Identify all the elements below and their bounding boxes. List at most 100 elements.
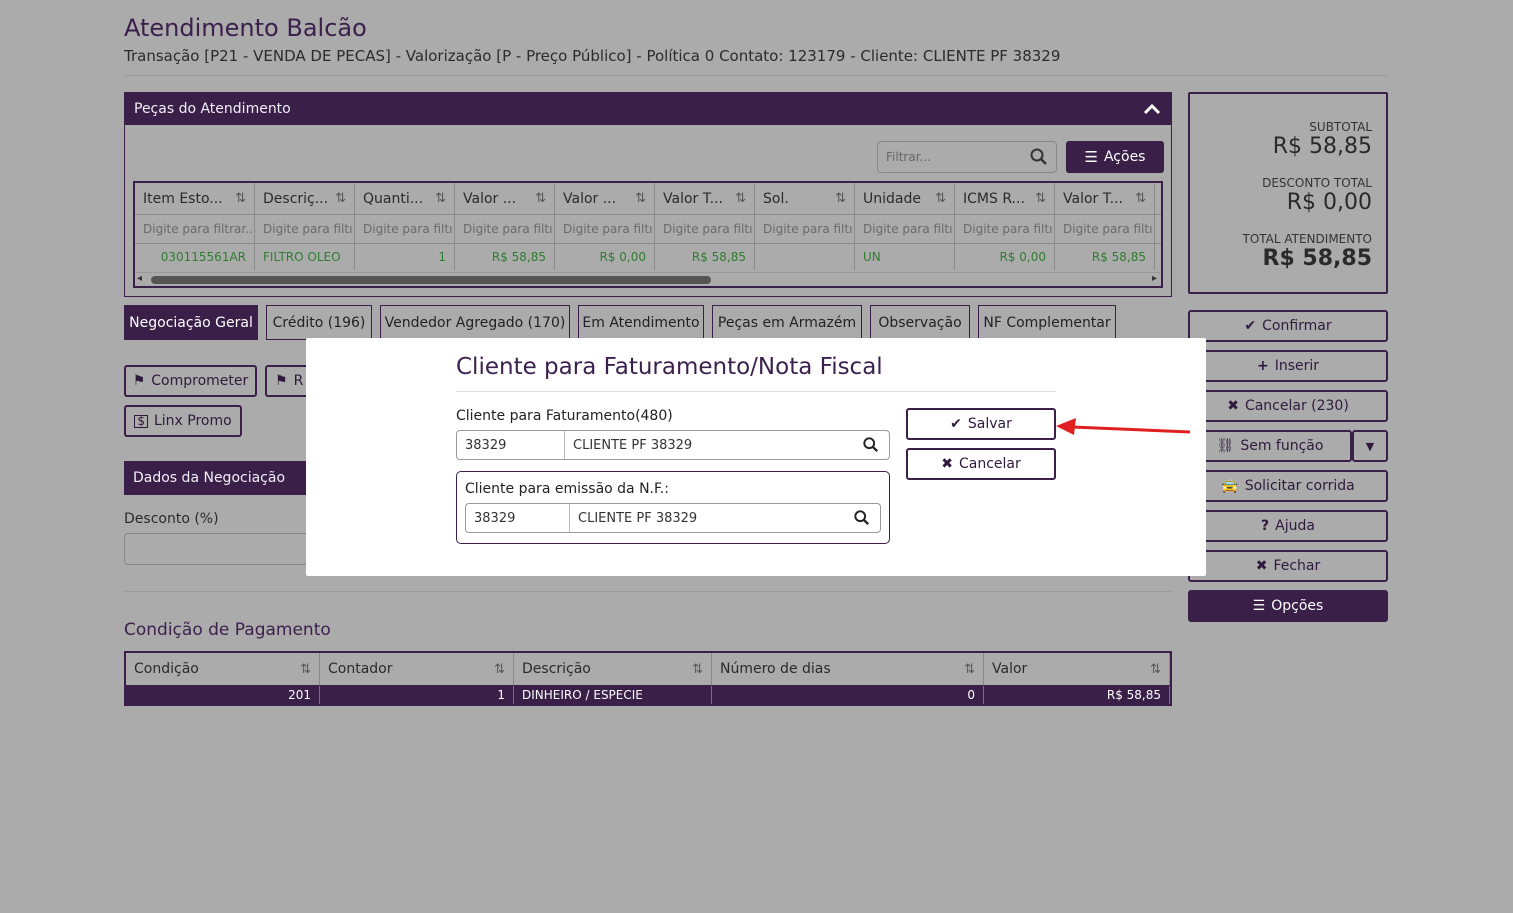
- caret-down-icon: ▼: [1365, 439, 1375, 453]
- plus-icon: +: [1256, 358, 1269, 374]
- sort-icon[interactable]: ⇅: [535, 191, 546, 206]
- sem-funcao-button[interactable]: ⛓ Sem função: [1188, 430, 1352, 462]
- pagamento-column-header[interactable]: Descrição ⇅: [514, 653, 712, 685]
- inserir-button[interactable]: + Inserir: [1188, 350, 1388, 382]
- sort-icon[interactable]: ⇅: [435, 191, 446, 206]
- pecas-column-header[interactable]: Valor T... ⇅: [1055, 183, 1155, 214]
- opcoes-button[interactable]: ☰ Opções: [1188, 590, 1388, 622]
- cliente-modal: Cliente para Faturamento/Nota Fiscal Cli…: [306, 338, 1206, 576]
- pecas-filter-input[interactable]: Filtrar...: [877, 141, 1057, 173]
- sort-icon[interactable]: ⇅: [964, 662, 975, 677]
- pecas-column-header[interactable]: ICMS R... ⇅: [955, 183, 1055, 214]
- sort-icon[interactable]: ⇅: [1035, 191, 1046, 206]
- column-filter-input[interactable]: Digite para filtı: [755, 215, 855, 243]
- sort-icon[interactable]: ⇅: [1150, 662, 1161, 677]
- horizontal-scrollbar[interactable]: ◂ ▸: [135, 272, 1161, 286]
- cancelar-modal-button[interactable]: ✖ Cancelar: [906, 448, 1056, 480]
- column-filter-input[interactable]: Digite para filtı: [555, 215, 655, 243]
- faturamento-name[interactable]: CLIENTE PF 38329: [565, 431, 853, 459]
- pecas-panel-title: Peças do Atendimento: [134, 101, 291, 117]
- pagamento-grid: Condição ⇅ Contador ⇅ Descrição ⇅ Número de di…: [124, 651, 1172, 706]
- pecas-column-header[interactable]: Sol. ⇅: [755, 183, 855, 214]
- emissao-name[interactable]: CLIENTE PF 38329: [570, 504, 844, 532]
- ajuda-button[interactable]: ? Ajuda: [1188, 510, 1388, 542]
- broken-link-icon: ⛓: [1216, 438, 1235, 454]
- emissao-field[interactable]: 38329 CLIENTE PF 38329: [465, 503, 881, 533]
- money-icon: $: [134, 414, 148, 428]
- pecas-column-header[interactable]: Quanti... ⇅: [355, 183, 455, 214]
- sort-icon[interactable]: ⇅: [835, 191, 846, 206]
- scrollbar-thumb[interactable]: [151, 276, 711, 284]
- table-row[interactable]: 201 1 DINHEIRO / ESPECIE 0 R$ 58,85: [126, 686, 1170, 704]
- pecas-panel: Peças do Atendimento Filtrar... ☰ Ações …: [124, 92, 1172, 297]
- pagamento-column-header[interactable]: Contador ⇅: [320, 653, 514, 685]
- confirmar-button[interactable]: ✔ Confirmar: [1188, 310, 1388, 342]
- dados-negociacao-header[interactable]: Dados da Negociação: [124, 461, 314, 495]
- solicitar-corrida-button[interactable]: 🚖 Solicitar corrida: [1188, 470, 1388, 502]
- tab-4[interactable]: Peças em Armazém: [712, 305, 862, 340]
- subtotal-label: SUBTOTAL: [1309, 120, 1372, 134]
- sem-funcao-dropdown[interactable]: ▼: [1352, 430, 1388, 462]
- search-icon[interactable]: [853, 431, 889, 459]
- acoes-button[interactable]: ☰ Ações: [1066, 141, 1164, 173]
- pecas-column-header[interactable]: Descriç... ⇅: [255, 183, 355, 214]
- pagamento-column-header[interactable]: Número de dias ⇅: [712, 653, 984, 685]
- page-title: Atendimento Balcão: [124, 14, 367, 42]
- column-filter-input[interactable]: Digite para filtı: [655, 215, 755, 243]
- pecas-column-header[interactable]: Valor T... ⇅: [655, 183, 755, 214]
- faturamento-field[interactable]: 38329 CLIENTE PF 38329: [456, 430, 890, 460]
- sort-icon[interactable]: ⇅: [1135, 191, 1146, 206]
- sort-icon[interactable]: ⇅: [494, 662, 505, 677]
- sort-icon[interactable]: ⇅: [635, 191, 646, 206]
- linx-promo-label: Linx Promo: [153, 413, 232, 429]
- sort-icon[interactable]: ⇅: [300, 662, 311, 677]
- pagamento-column-header[interactable]: Valor ⇅: [984, 653, 1170, 685]
- comprometer-button[interactable]: ⚑ Comprometer: [124, 365, 257, 397]
- column-filter-input[interactable]: Digite para filtı: [355, 215, 455, 243]
- linx-promo-button[interactable]: $ Linx Promo: [124, 405, 242, 437]
- chevron-up-icon[interactable]: [1143, 103, 1161, 115]
- column-filter-input[interactable]: Digite para filtı: [255, 215, 355, 243]
- tab-2[interactable]: Vendedor Agregado (170): [380, 305, 570, 340]
- column-filter-input[interactable]: Digite para filtı: [855, 215, 955, 243]
- pecas-column-header[interactable]: Unidade ⇅: [855, 183, 955, 214]
- faturamento-label: Cliente para Faturamento(480): [456, 408, 673, 424]
- column-filter-input[interactable]: Digite para filtı: [455, 215, 555, 243]
- flag-icon: ⚑: [275, 373, 288, 389]
- table-row[interactable]: 030115561AR FILTRO OLEO 1 R$ 58,85 R$ 0,00 R$…: [135, 244, 1161, 270]
- close-icon: ✖: [1255, 558, 1268, 574]
- pagamento-column-header[interactable]: Condição ⇅: [126, 653, 320, 685]
- column-title: ICMS R...: [963, 190, 1025, 207]
- pecas-column-header[interactable]: Item Esto... ⇅: [135, 183, 255, 214]
- tab-3[interactable]: Em Atendimento: [578, 305, 704, 340]
- faturamento-code[interactable]: 38329: [457, 431, 565, 459]
- emissao-label: Cliente para emissão da N.F.:: [465, 481, 669, 497]
- sort-icon[interactable]: ⇅: [692, 662, 703, 677]
- filter-placeholder: Filtrar...: [886, 150, 931, 164]
- column-filter-input[interactable]: Digite para filtı: [955, 215, 1055, 243]
- pecas-column-header[interactable]: Valor ... ⇅: [555, 183, 655, 214]
- page-subtitle: Transação [P21 - VENDA DE PECAS] - Valor…: [124, 47, 1061, 65]
- tab-6[interactable]: NF Complementar: [978, 305, 1116, 340]
- column-filter-input[interactable]: Digite para filtrar...: [135, 215, 255, 243]
- second-flag-button[interactable]: ⚑ R: [265, 365, 310, 397]
- sort-icon[interactable]: ⇅: [935, 191, 946, 206]
- tab-0[interactable]: Negociação Geral: [124, 305, 258, 340]
- sort-icon[interactable]: ⇅: [735, 191, 746, 206]
- desconto-input[interactable]: [124, 533, 314, 565]
- tab-1[interactable]: Crédito (196): [266, 305, 372, 340]
- sort-icon[interactable]: ⇅: [335, 191, 346, 206]
- tab-5[interactable]: Observação: [870, 305, 970, 340]
- salvar-button[interactable]: ✔ Salvar: [906, 408, 1056, 440]
- cancelar-side-button[interactable]: ✖ Cancelar (230): [1188, 390, 1388, 422]
- pecas-panel-header[interactable]: Peças do Atendimento: [125, 93, 1171, 125]
- sort-icon[interactable]: ⇅: [235, 191, 246, 206]
- column-filter-input[interactable]: Digite para filtı: [1055, 215, 1155, 243]
- fechar-label: Fechar: [1273, 558, 1321, 574]
- emissao-code[interactable]: 38329: [466, 504, 570, 532]
- fechar-button[interactable]: ✖ Fechar: [1188, 550, 1388, 582]
- cancelar-modal-label: Cancelar: [958, 456, 1021, 472]
- pecas-column-header[interactable]: Valor ... ⇅: [455, 183, 555, 214]
- table-cell: R$ 58,85: [984, 686, 1170, 704]
- search-icon[interactable]: [844, 504, 880, 532]
